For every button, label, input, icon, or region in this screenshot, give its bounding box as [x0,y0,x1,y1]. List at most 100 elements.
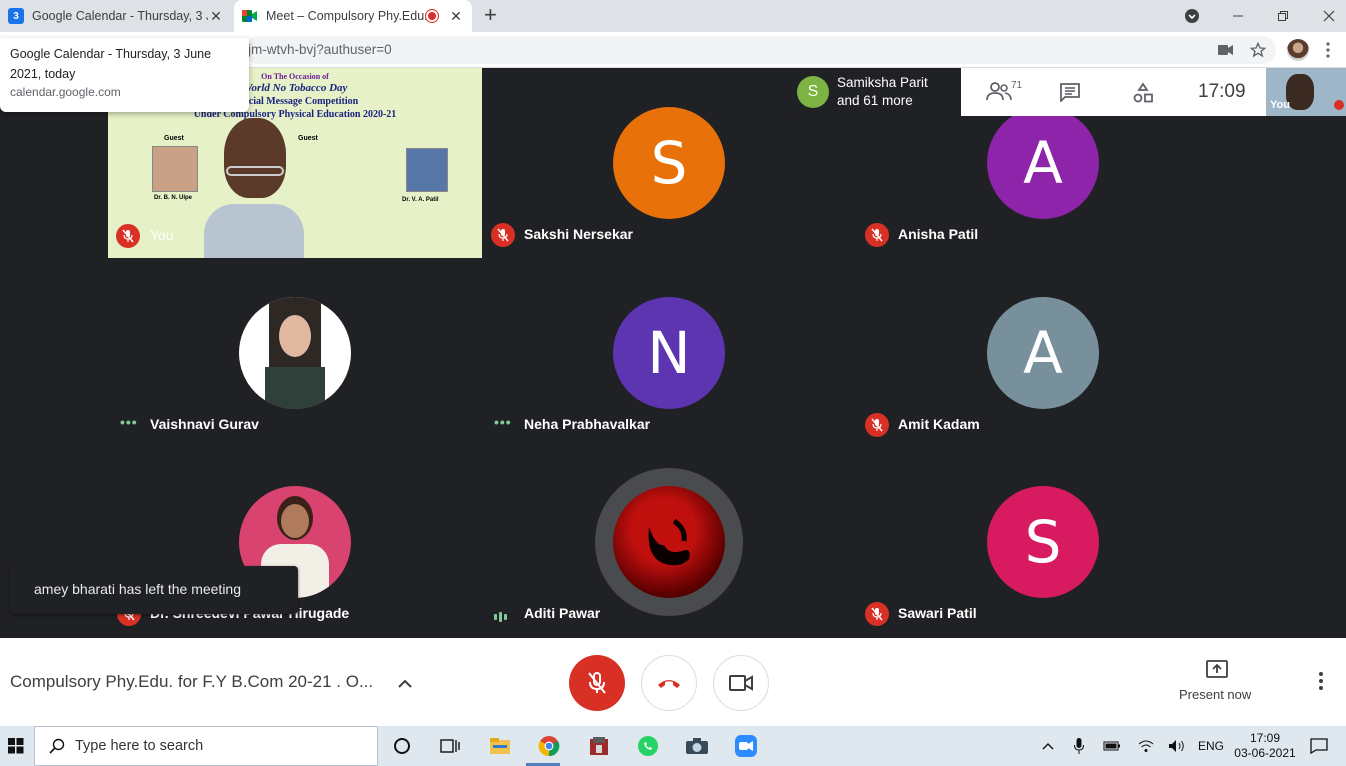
tab-search-icon[interactable] [1184,0,1200,32]
tab-google-calendar[interactable]: 3 Google Calendar - Thursday, 3 June 202… [0,0,232,32]
more-options-icon[interactable] [1319,672,1323,695]
tab-google-meet[interactable]: Meet – Compulsory Phy.Edu. for F.Y B.Com… [234,0,472,32]
chevron-up-icon[interactable] [398,676,412,694]
people-count: 71 [1011,80,1023,91]
search-placeholder: Type here to search [75,738,204,754]
file-explorer-icon[interactable] [488,734,512,758]
bookmark-star-icon[interactable] [1250,32,1266,68]
windows-taskbar: Type here to search ENG 17:09 03-06-2021 [0,726,1346,766]
tooltip-title: Google Calendar - Thursday, 3 June 2021,… [10,47,212,81]
participant-tile[interactable]: S Sawari Patil [856,447,1230,636]
participant-name: Aditi Pawar [524,605,601,621]
mic-off-icon [491,223,515,247]
restore-icon[interactable] [1277,0,1289,32]
search-icon [49,738,65,754]
windows-start-icon[interactable] [4,734,28,758]
tab-title: Google Calendar - Thursday, 3 June 2021,… [32,9,208,23]
self-preview-thumbnail[interactable]: You [1266,68,1346,116]
presenter-more: and 61 more [837,93,913,108]
taskbar-time: 17:09 [1249,731,1281,745]
browser-menu-icon[interactable] [1326,32,1330,68]
battery-icon[interactable] [1103,726,1121,766]
participant-name: Sakshi Nersekar [524,226,633,242]
avatar [239,297,351,409]
poster-guest-name: Dr. B. N. Ulpe [154,195,193,201]
meeting-title[interactable]: Compulsory Phy.Edu. for F.Y B.Com 20-21 … [10,672,373,692]
profile-avatar[interactable] [1287,32,1309,68]
participant-grid: On The Occasion of World No Tobacco Day … [108,68,1230,638]
mic-off-icon [865,413,889,437]
avatar: N [613,297,725,409]
camera-permission-icon[interactable] [1218,32,1234,68]
recording-icon [426,10,438,22]
camera-app-icon[interactable] [685,734,709,758]
participant-tile[interactable]: Aditi Pawar [482,447,856,636]
participant-name: Amit Kadam [898,416,980,432]
camera-toggle-button[interactable] [713,655,769,711]
meeting-info-bar: 71 17:09 [961,68,1266,116]
self-preview-mic-off-icon [1334,100,1344,110]
taskbar-clock[interactable]: 17:09 03-06-2021 [1234,726,1296,766]
participant-tile[interactable]: N ••• Neha Prabhavalkar [482,258,856,447]
avatar: A [987,297,1099,409]
zoom-icon[interactable] [734,734,758,758]
tab-hover-tooltip: Google Calendar - Thursday, 3 June 2021,… [0,38,249,112]
participant-name: Sawari Patil [898,605,977,621]
wifi-icon[interactable] [1138,726,1154,766]
new-tab-icon[interactable]: + [484,4,497,26]
tray-mic-icon[interactable] [1074,726,1084,766]
meet-bottom-bar: Compulsory Phy.Edu. for F.Y B.Com 20-21 … [0,638,1346,726]
language-indicator[interactable]: ENG [1198,726,1224,766]
avatar [613,486,725,598]
mic-off-icon [865,602,889,626]
avatar: S [987,486,1099,598]
self-preview-label: You [1270,99,1290,111]
tab-close-icon[interactable]: ✕ [448,8,464,25]
more-options-icon[interactable]: ••• [120,414,138,430]
mic-off-icon [865,223,889,247]
cortana-icon[interactable] [390,734,414,758]
archive-app-icon[interactable] [587,734,611,758]
participant-tile[interactable]: ••• Vaishnavi Gurav [108,258,482,447]
self-label: You [150,227,174,243]
people-button[interactable] [985,80,1013,107]
participant-tile[interactable]: A Amit Kadam [856,258,1230,447]
notification-toast: amey bharati has left the meeting [10,566,298,614]
whatsapp-icon[interactable] [636,734,660,758]
calendar-favicon-icon: 3 [8,8,24,24]
participant-name: Neha Prabhavalkar [524,416,651,432]
notifications-icon[interactable] [1310,726,1328,766]
mic-toggle-button[interactable] [569,655,625,711]
volume-icon[interactable] [1168,726,1186,766]
taskbar-search-input[interactable]: Type here to search [34,726,378,766]
self-camera-person [204,118,304,258]
avatar: S [613,107,725,219]
presenter-avatar: S [797,76,829,108]
url-input[interactable]: jm-wtvh-bvj?authuser=0 [244,36,1276,64]
activities-icon[interactable] [1132,82,1154,109]
leave-call-button[interactable] [641,655,697,711]
presenter-name: Samiksha Parit [837,75,928,90]
present-screen-icon[interactable] [1206,660,1228,683]
avatar: A [987,107,1099,219]
poster-guest-photo [406,148,448,192]
poster-guest-name: Dr. V. A. Patil [402,197,439,203]
meet-stage: On The Occasion of World No Tobacco Day … [0,68,1346,638]
window-close-icon[interactable] [1323,0,1335,32]
speaking-indicator-icon [494,612,507,622]
meeting-clock: 17:09 [1198,81,1246,102]
presenter-info[interactable]: S Samiksha Parit and 61 more [789,68,961,116]
chrome-icon[interactable] [537,734,561,758]
chat-icon[interactable] [1059,82,1081,107]
poster-guest-label: Guest [164,135,184,142]
present-now-button[interactable]: Present now [1179,687,1251,702]
more-options-icon[interactable]: ••• [494,414,512,430]
tab-close-icon[interactable]: ✕ [208,8,224,25]
participant-name: Anisha Patil [898,226,979,242]
tray-overflow-icon[interactable] [1042,726,1054,766]
poster-guest-photo [152,146,198,192]
minimize-icon[interactable] [1232,0,1244,32]
browser-tab-bar: 3 Google Calendar - Thursday, 3 June 202… [0,0,1346,32]
poster-guest-label: Guest [298,135,318,142]
task-view-icon[interactable] [438,734,462,758]
